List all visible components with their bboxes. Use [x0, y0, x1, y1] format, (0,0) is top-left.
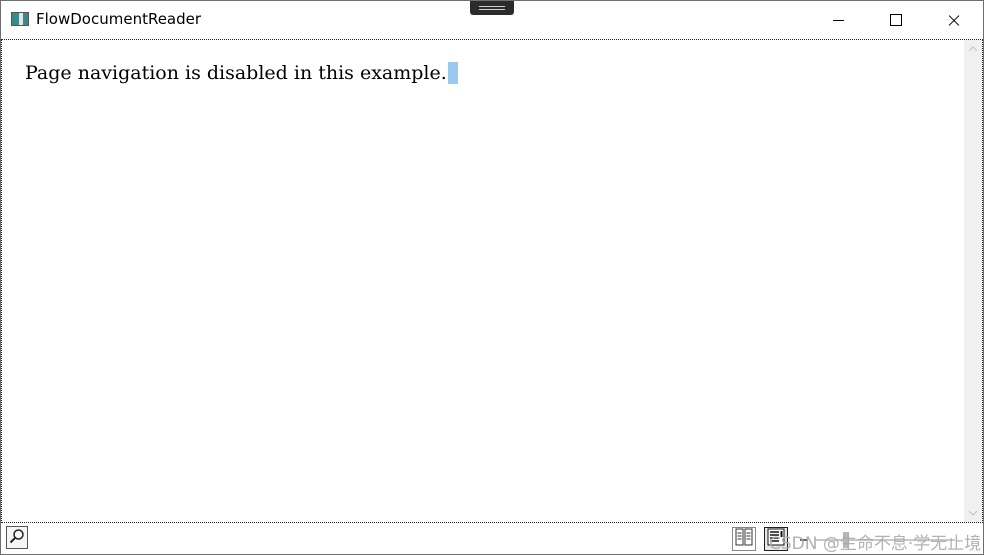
zoom-out-icon[interactable] — [797, 533, 811, 547]
flow-document-reader[interactable]: Page navigation is disabled in this exam… — [1, 39, 983, 523]
snap-layout-handle[interactable] — [470, 1, 514, 15]
close-button[interactable] — [925, 1, 983, 39]
app-window-icon — [11, 12, 29, 26]
scroll-view-button[interactable] — [764, 527, 788, 551]
two-page-view-button[interactable] — [732, 527, 756, 551]
zoom-slider-thumb[interactable] — [843, 532, 849, 548]
minimize-icon — [832, 19, 844, 21]
title-bar[interactable]: FlowDocumentReader — [1, 1, 983, 39]
window-title: FlowDocumentReader — [36, 10, 202, 28]
scroll-view-icon — [767, 528, 785, 550]
zoom-slider[interactable] — [815, 532, 955, 548]
minimize-button[interactable] — [809, 1, 867, 39]
scroll-down-icon[interactable] — [964, 505, 982, 522]
scroll-up-icon[interactable] — [964, 40, 982, 57]
magnifier-icon — [9, 528, 25, 548]
vertical-scrollbar[interactable] — [964, 40, 982, 522]
app-window: FlowDocumentReader Page navigation is di… — [0, 0, 984, 555]
find-button[interactable] — [6, 526, 28, 549]
reader-toolbar: CSDN @生命不息·学无止境 — [1, 523, 983, 554]
maximize-icon — [890, 14, 902, 26]
two-page-view-icon — [735, 528, 753, 550]
text-caret-selection — [447, 62, 458, 84]
close-icon — [947, 13, 961, 27]
document-paragraph[interactable]: Page navigation is disabled in this exam… — [25, 62, 458, 84]
maximize-button[interactable] — [867, 1, 925, 39]
document-text: Page navigation is disabled in this exam… — [25, 62, 447, 84]
zoom-control[interactable] — [797, 529, 959, 551]
